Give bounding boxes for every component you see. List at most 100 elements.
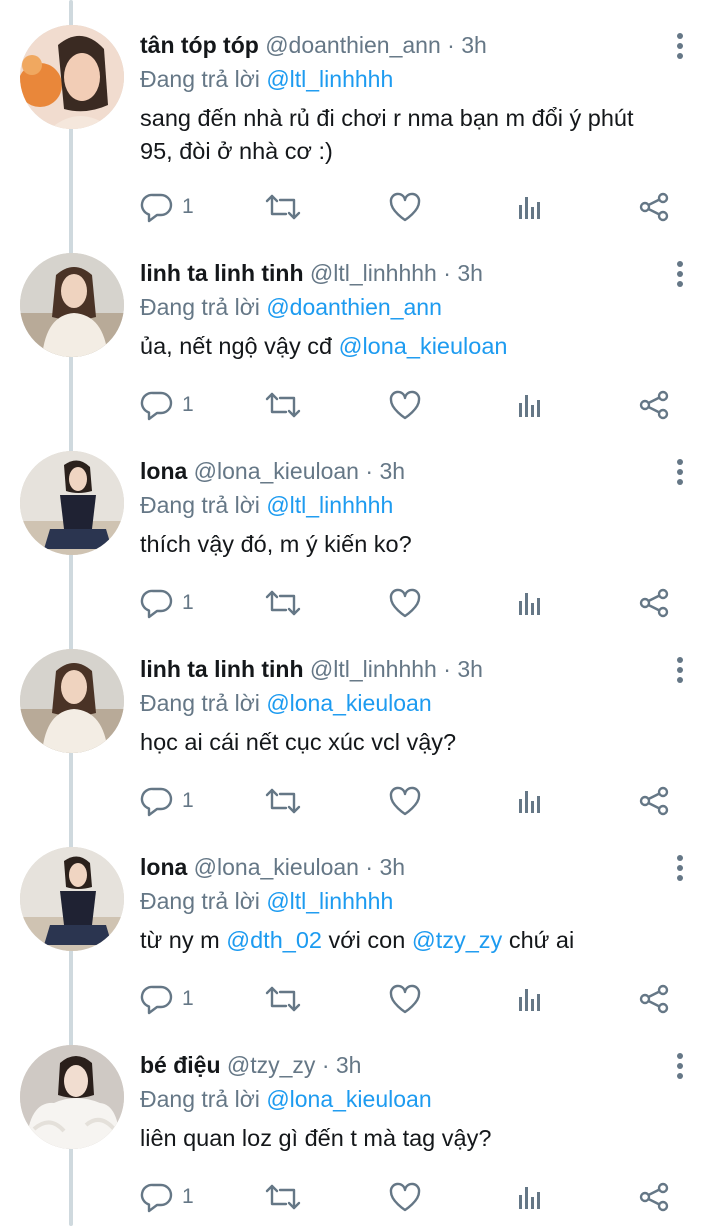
mention-link[interactable]: @lona_kieuloan: [339, 333, 508, 359]
replying-to: Đang trả lời @ltl_linhhhh: [140, 886, 699, 916]
display-name[interactable]: lona: [140, 458, 187, 484]
more-icon[interactable]: [675, 459, 685, 485]
share-button[interactable]: [638, 781, 670, 821]
user-handle[interactable]: @ltl_linhhhh: [310, 260, 437, 286]
share-icon: [638, 1182, 670, 1212]
share-button[interactable]: [638, 1177, 670, 1217]
analytics-icon: [516, 787, 546, 815]
tweet[interactable]: lona @lona_kieuloan · 3h Đang trả lời @l…: [0, 822, 719, 1020]
more-icon[interactable]: [675, 657, 685, 683]
tweet-actions: 1: [0, 385, 719, 425]
replying-to: Đang trả lời @ltl_linhhhh: [140, 490, 699, 520]
tweet-actions: 1: [0, 583, 719, 623]
tweet[interactable]: lona @lona_kieuloan · 3h Đang trả lời @l…: [0, 426, 719, 624]
timestamp[interactable]: 3h: [336, 1052, 362, 1078]
tweet-actions: 1: [0, 979, 719, 1019]
replying-to-mention[interactable]: @ltl_linhhhh: [266, 66, 393, 92]
avatar[interactable]: [20, 253, 124, 357]
more-icon[interactable]: [675, 261, 685, 287]
tweet-text: từ ny m @dth_02 với con @tzy_zy chứ ai: [140, 924, 700, 957]
reply-button[interactable]: 1: [140, 1177, 194, 1217]
analytics-button[interactable]: [516, 781, 546, 821]
avatar[interactable]: [20, 25, 124, 129]
timestamp[interactable]: 3h: [457, 260, 483, 286]
timestamp[interactable]: 3h: [379, 854, 405, 880]
like-icon: [388, 984, 422, 1014]
replying-to-mention[interactable]: @lona_kieuloan: [266, 690, 431, 716]
display-name[interactable]: linh ta linh tinh: [140, 656, 304, 682]
more-icon[interactable]: [675, 33, 685, 59]
display-name[interactable]: linh ta linh tinh: [140, 260, 304, 286]
mention-link[interactable]: @tzy_zy: [412, 927, 502, 953]
tweet[interactable]: linh ta linh tinh @ltl_linhhhh · 3h Đang…: [0, 624, 719, 822]
avatar[interactable]: [20, 451, 124, 555]
like-icon: [388, 786, 422, 816]
like-icon: [388, 390, 422, 420]
avatar[interactable]: [20, 1045, 124, 1149]
reply-button[interactable]: 1: [140, 385, 194, 425]
display-name[interactable]: tân tóp tóp: [140, 32, 259, 58]
reply-button[interactable]: 1: [140, 187, 194, 227]
avatar[interactable]: [20, 649, 124, 753]
analytics-button[interactable]: [516, 583, 546, 623]
reply-icon: [140, 389, 174, 421]
share-icon: [638, 192, 670, 222]
reply-button[interactable]: 1: [140, 979, 194, 1019]
like-icon: [388, 588, 422, 618]
reply-icon: [140, 191, 174, 223]
like-button[interactable]: [388, 385, 422, 425]
display-name[interactable]: lona: [140, 854, 187, 880]
reply-count: 1: [182, 393, 194, 416]
replying-to-mention[interactable]: @lona_kieuloan: [266, 1086, 431, 1112]
tweet[interactable]: tân tóp tóp @doanthien_ann · 3h Đang trả…: [0, 0, 719, 223]
user-handle[interactable]: @lona_kieuloan: [194, 458, 359, 484]
share-button[interactable]: [638, 187, 670, 227]
more-icon[interactable]: [675, 1053, 685, 1079]
tweet[interactable]: bé điệu @tzy_zy · 3h Đang trả lời @lona_…: [0, 1020, 719, 1218]
retweet-button[interactable]: [264, 583, 302, 623]
like-button[interactable]: [388, 583, 422, 623]
replying-to-mention[interactable]: @doanthien_ann: [266, 294, 442, 320]
analytics-button[interactable]: [516, 1177, 546, 1217]
avatar[interactable]: [20, 847, 124, 951]
share-button[interactable]: [638, 979, 670, 1019]
retweet-button[interactable]: [264, 781, 302, 821]
analytics-button[interactable]: [516, 187, 546, 227]
timestamp[interactable]: 3h: [461, 32, 487, 58]
reply-count: 1: [182, 1185, 194, 1208]
timestamp[interactable]: 3h: [379, 458, 405, 484]
reply-icon: [140, 1181, 174, 1213]
replying-to-mention[interactable]: @ltl_linhhhh: [266, 888, 393, 914]
replying-to-mention[interactable]: @ltl_linhhhh: [266, 492, 393, 518]
like-button[interactable]: [388, 1177, 422, 1217]
retweet-button[interactable]: [264, 979, 302, 1019]
like-button[interactable]: [388, 979, 422, 1019]
retweet-button[interactable]: [264, 385, 302, 425]
tweet-text-segment: với con: [321, 927, 412, 953]
tweet-text: thích vậy đó, m ý kiến ko?: [140, 531, 412, 557]
retweet-button[interactable]: [264, 187, 302, 227]
timestamp[interactable]: 3h: [457, 656, 483, 682]
separator: ·: [443, 656, 451, 682]
user-handle[interactable]: @ltl_linhhhh: [310, 656, 437, 682]
replying-to-label: Đang trả lời: [140, 1086, 260, 1112]
like-button[interactable]: [388, 781, 422, 821]
like-button[interactable]: [388, 187, 422, 227]
user-handle[interactable]: @tzy_zy: [227, 1052, 316, 1078]
tweet[interactable]: linh ta linh tinh @ltl_linhhhh · 3h Đang…: [0, 228, 719, 426]
reply-button[interactable]: 1: [140, 781, 194, 821]
user-handle[interactable]: @lona_kieuloan: [194, 854, 359, 880]
like-icon: [388, 192, 422, 222]
analytics-button[interactable]: [516, 979, 546, 1019]
analytics-button[interactable]: [516, 385, 546, 425]
tweet-text-segment: từ ny m: [140, 927, 227, 953]
user-handle[interactable]: @doanthien_ann: [265, 32, 441, 58]
tweet-header: linh ta linh tinh @ltl_linhhhh · 3h: [140, 258, 659, 288]
retweet-button[interactable]: [264, 1177, 302, 1217]
share-button[interactable]: [638, 385, 670, 425]
more-icon[interactable]: [675, 855, 685, 881]
mention-link[interactable]: @dth_02: [226, 927, 322, 953]
reply-button[interactable]: 1: [140, 583, 194, 623]
display-name[interactable]: bé điệu: [140, 1052, 221, 1078]
share-button[interactable]: [638, 583, 670, 623]
